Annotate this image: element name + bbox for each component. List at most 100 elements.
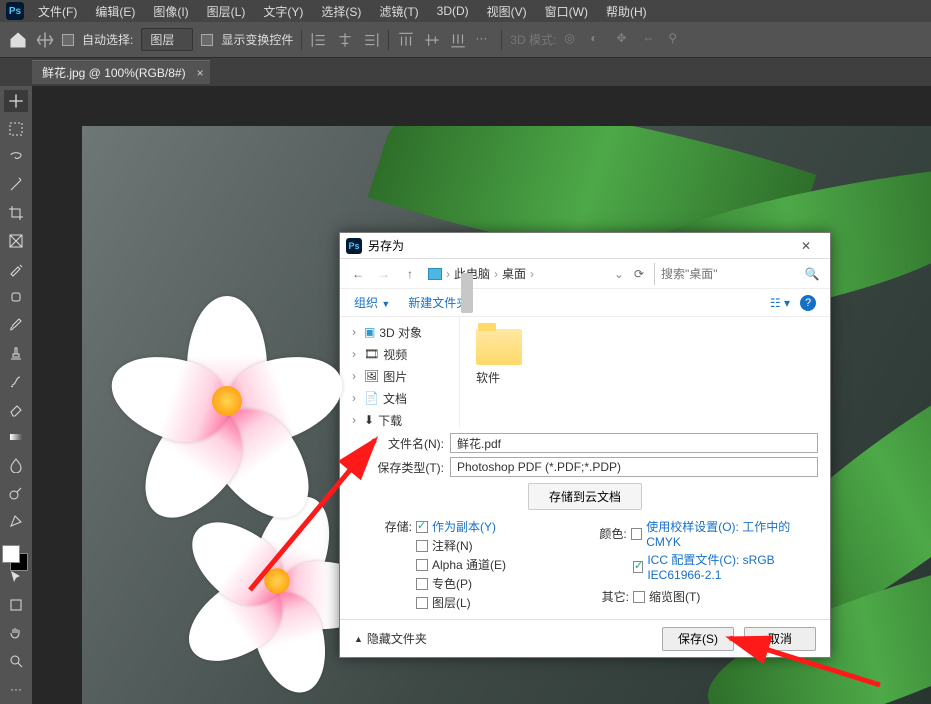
save-button[interactable]: 保存(S) bbox=[662, 627, 734, 651]
menu-window[interactable]: 窗口(W) bbox=[537, 1, 596, 22]
blur-tool[interactable] bbox=[4, 454, 28, 476]
menu-filter[interactable]: 滤镜(T) bbox=[371, 1, 426, 22]
dialog-navbar: ← → ↑ › 此电脑 › 桌面 › ⌄ ⟳ 🔍 bbox=[340, 259, 830, 289]
icc-label: ICC 配置文件(C): sRGB IEC61966-2.1 bbox=[647, 551, 818, 582]
menu-select[interactable]: 选择(S) bbox=[313, 1, 369, 22]
lasso-tool[interactable] bbox=[4, 146, 28, 168]
refresh-icon[interactable]: ⟳ bbox=[634, 267, 644, 281]
3d-pan-icon[interactable]: ✥ bbox=[616, 31, 634, 49]
auto-select-dropdown[interactable]: 图层 bbox=[141, 28, 193, 51]
as-copy-checkbox[interactable] bbox=[416, 521, 428, 533]
brush-tool[interactable] bbox=[4, 314, 28, 336]
tree-videos[interactable]: ›🎞视频 bbox=[340, 343, 459, 365]
up-icon[interactable]: ↑ bbox=[402, 266, 418, 282]
gradient-tool[interactable] bbox=[4, 426, 28, 448]
3d-zoom-icon[interactable]: ⚲ bbox=[668, 31, 686, 49]
save-to-cloud-button[interactable]: 存储到云文档 bbox=[528, 483, 642, 510]
icc-checkbox[interactable] bbox=[633, 561, 643, 573]
hide-folders-toggle[interactable]: ▲隐藏文件夹 bbox=[354, 630, 427, 647]
dodge-tool[interactable] bbox=[4, 482, 28, 504]
proof-label: 使用校样设置(O): 工作中的 CMYK bbox=[646, 518, 818, 549]
filetype-dropdown[interactable] bbox=[450, 457, 818, 477]
menu-edit[interactable]: 编辑(E) bbox=[87, 1, 143, 22]
show-transform-checkbox[interactable] bbox=[201, 34, 213, 46]
tree-scrollbar[interactable] bbox=[461, 273, 473, 313]
close-icon[interactable]: ✕ bbox=[788, 239, 824, 253]
auto-select-checkbox[interactable] bbox=[62, 34, 74, 46]
notes-checkbox[interactable] bbox=[416, 540, 428, 552]
file-list[interactable]: 软件 bbox=[460, 317, 830, 427]
menubar: Ps 文件(F) 编辑(E) 图像(I) 图层(L) 文字(Y) 选择(S) 滤… bbox=[0, 0, 931, 22]
thispc-icon bbox=[428, 268, 442, 280]
menu-file[interactable]: 文件(F) bbox=[30, 1, 85, 22]
proof-checkbox[interactable] bbox=[631, 528, 642, 540]
home-icon[interactable] bbox=[8, 30, 28, 50]
back-icon[interactable]: ← bbox=[350, 266, 366, 282]
menu-layer[interactable]: 图层(L) bbox=[199, 1, 254, 22]
tree-documents[interactable]: ›📄文档 bbox=[340, 387, 459, 409]
align-left-icon[interactable] bbox=[310, 31, 328, 49]
cancel-button[interactable]: 取消 bbox=[744, 627, 816, 651]
forward-icon[interactable]: → bbox=[376, 266, 392, 282]
3d-orbit-icon[interactable]: ◎ bbox=[564, 31, 582, 49]
frame-tool[interactable] bbox=[4, 230, 28, 252]
folder-tree[interactable]: ›▣3D 对象 ›🎞视频 ›🖼图片 ›📄文档 ›⬇下载 ›🎵音乐 ›👆桌面 bbox=[340, 317, 460, 427]
alpha-checkbox[interactable] bbox=[416, 559, 428, 571]
document-tab[interactable]: 鲜花.jpg @ 100%(RGB/8#) × bbox=[32, 60, 210, 84]
as-copy-label: 作为副本(Y) bbox=[432, 518, 496, 535]
hand-tool[interactable] bbox=[4, 622, 28, 644]
align-bottom-icon[interactable] bbox=[449, 31, 467, 49]
tools-panel: T ··· bbox=[0, 86, 32, 704]
3d-roll-icon[interactable]: ◐ bbox=[590, 31, 608, 49]
ps-icon: Ps bbox=[346, 238, 362, 254]
search-icon[interactable]: 🔍 bbox=[804, 266, 820, 282]
more-align-icon[interactable]: ··· bbox=[475, 31, 493, 49]
spot-checkbox[interactable] bbox=[416, 578, 428, 590]
thumb-checkbox[interactable] bbox=[633, 591, 645, 603]
align-hcenter-icon[interactable] bbox=[336, 31, 354, 49]
history-brush-tool[interactable] bbox=[4, 370, 28, 392]
eyedropper-tool[interactable] bbox=[4, 258, 28, 280]
wand-tool[interactable] bbox=[4, 174, 28, 196]
menu-3d[interactable]: 3D(D) bbox=[429, 2, 477, 20]
move-tool-indicator bbox=[36, 31, 54, 49]
menu-view[interactable]: 视图(V) bbox=[479, 1, 535, 22]
zoom-tool[interactable] bbox=[4, 650, 28, 672]
menu-image[interactable]: 图像(I) bbox=[145, 1, 196, 22]
shape-tool[interactable] bbox=[4, 594, 28, 616]
marquee-tool[interactable] bbox=[4, 118, 28, 140]
move-tool[interactable] bbox=[4, 90, 28, 112]
align-right-icon[interactable] bbox=[362, 31, 380, 49]
fg-color[interactable] bbox=[2, 545, 20, 563]
3d-slide-icon[interactable]: ⇔ bbox=[642, 31, 660, 49]
dialog-title: 另存为 bbox=[368, 237, 788, 254]
pen-tool[interactable] bbox=[4, 510, 28, 532]
show-transform-label: 显示变换控件 bbox=[221, 31, 293, 48]
breadcrumb[interactable]: › 此电脑 › 桌面 › bbox=[428, 265, 534, 282]
new-folder-button[interactable]: 新建文件夹 bbox=[408, 294, 468, 311]
more-tools[interactable]: ··· bbox=[4, 678, 28, 700]
color-swatches[interactable] bbox=[2, 545, 30, 571]
crop-tool[interactable] bbox=[4, 202, 28, 224]
tree-pictures[interactable]: ›🖼图片 bbox=[340, 365, 459, 387]
align-top-icon[interactable] bbox=[397, 31, 415, 49]
eraser-tool[interactable] bbox=[4, 398, 28, 420]
menu-type[interactable]: 文字(Y) bbox=[255, 1, 311, 22]
tree-downloads[interactable]: ›⬇下载 bbox=[340, 409, 459, 427]
breadcrumb-dropdown-icon[interactable]: ⌄ bbox=[614, 267, 624, 281]
search-input[interactable] bbox=[654, 263, 794, 285]
organize-dropdown[interactable]: 组织 ▼ bbox=[354, 294, 390, 311]
align-vcenter-icon[interactable] bbox=[423, 31, 441, 49]
heal-tool[interactable] bbox=[4, 286, 28, 308]
help-icon[interactable]: ? bbox=[800, 295, 816, 311]
folder-item[interactable]: 软件 bbox=[476, 329, 536, 386]
close-icon[interactable]: × bbox=[197, 66, 204, 80]
dialog-footer: ▲隐藏文件夹 保存(S) 取消 bbox=[340, 619, 830, 657]
view-options-icon[interactable]: ☷ ▾ bbox=[770, 296, 790, 310]
stamp-tool[interactable] bbox=[4, 342, 28, 364]
layers-checkbox[interactable] bbox=[416, 597, 428, 609]
menu-help[interactable]: 帮助(H) bbox=[598, 1, 655, 22]
breadcrumb-current[interactable]: 桌面 bbox=[502, 265, 526, 282]
filename-input[interactable] bbox=[450, 433, 818, 453]
tree-3dobjects[interactable]: ›▣3D 对象 bbox=[340, 321, 459, 343]
